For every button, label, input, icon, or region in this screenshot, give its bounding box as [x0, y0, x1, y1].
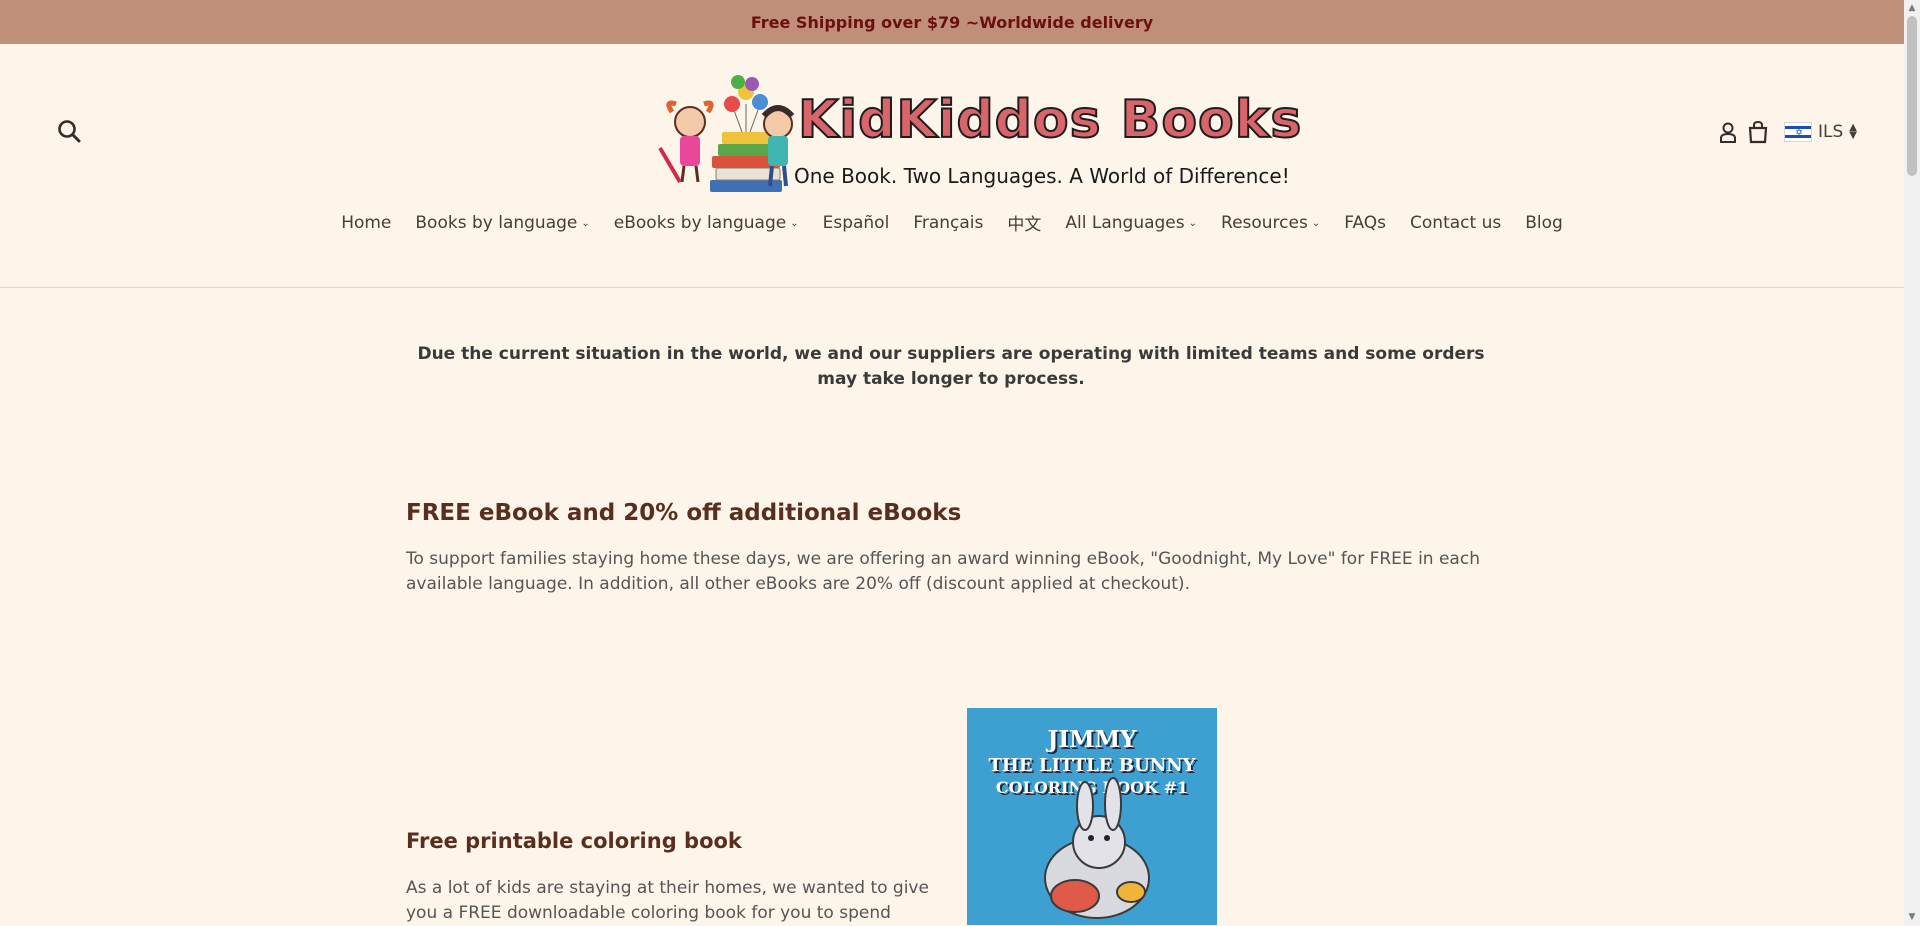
scroll-up-icon[interactable]: ▲: [1904, 0, 1920, 16]
coloring-book-cover-image[interactable]: JIMMY THE LITTLE BUNNY COLORING BOOK #1: [967, 708, 1217, 925]
header-icons: ✡ ILS ▲ ▼: [1716, 120, 1857, 144]
nav-item-label: Books by language: [415, 212, 578, 233]
nav-item-all-languages[interactable]: All Languages ⌄: [1065, 210, 1197, 235]
cart-icon[interactable]: [1746, 120, 1770, 144]
israel-flag-icon: ✡: [1784, 122, 1812, 142]
nav-item-label: Resources: [1221, 212, 1308, 233]
nav-item-中文[interactable]: 中文: [1007, 210, 1041, 235]
nav-item-label: Français: [913, 212, 984, 233]
nav-item-books-by-language[interactable]: Books by language ⌄: [415, 210, 589, 235]
chevron-down-icon: ⌄: [1188, 218, 1198, 229]
currency-code: ILS: [1818, 122, 1844, 142]
page-scrollbar[interactable]: ▲ ▼: [1904, 0, 1920, 925]
nav-item-label: Home: [341, 212, 392, 233]
nav-item-label: All Languages: [1065, 212, 1185, 233]
section-title-ebook: FREE eBook and 20% off additional eBooks: [406, 500, 962, 526]
nav-item-français[interactable]: Français: [913, 210, 983, 235]
logo-brand: KidKiddos Books: [797, 89, 1303, 151]
search-button[interactable]: [56, 118, 84, 146]
nav-item-label: Contact us: [1410, 212, 1502, 233]
nav-item-label: FAQs: [1344, 212, 1387, 233]
nav-item-resources[interactable]: Resources ⌄: [1221, 210, 1320, 235]
section-body-ebook: To support families staying home these d…: [406, 549, 1480, 594]
search-icon: [58, 120, 81, 143]
nav-item-home[interactable]: Home: [341, 210, 391, 235]
announcement-bar: Free Shipping over $79 ~Worldwide delive…: [0, 0, 1904, 44]
nav-item-español[interactable]: Español: [823, 210, 890, 235]
nav-item-label: Español: [822, 212, 890, 233]
nav-item-label: Blog: [1525, 212, 1563, 233]
nav-item-contact-us[interactable]: Contact us: [1410, 210, 1501, 235]
nav-item-faqs[interactable]: FAQs: [1344, 210, 1386, 235]
site-logo[interactable]: KidKiddos Books One Book. Two Languages.…: [654, 70, 1302, 200]
nav-item-ebooks-by-language[interactable]: eBooks by language ⌄: [614, 210, 799, 235]
notice-text: Due the current situation in the world, …: [417, 344, 1485, 389]
select-arrows-icon: ▲ ▼: [1849, 122, 1857, 141]
account-icon[interactable]: [1716, 120, 1740, 144]
logo-illustration: [658, 75, 795, 192]
chevron-down-icon: ⌄: [790, 218, 799, 229]
logo-tagline: One Book. Two Languages. A World of Diff…: [794, 164, 1290, 188]
chevron-down-icon: ⌄: [1311, 218, 1321, 229]
announcement-text: Free Shipping over $79 ~Worldwide delive…: [750, 12, 1154, 32]
currency-selector[interactable]: ✡ ILS ▲ ▼: [1784, 122, 1857, 142]
nav-item-blog[interactable]: Blog: [1525, 210, 1563, 235]
section-title-coloring: Free printable coloring book: [406, 829, 742, 853]
scroll-thumb[interactable]: [1907, 16, 1917, 176]
main-nav: Home Books by language ⌄ eBooks by language…: [0, 210, 1904, 236]
nav-item-label: eBooks by language: [613, 212, 787, 233]
site-header: KidKiddos Books One Book. Two Languages.…: [0, 44, 1904, 288]
chevron-down-icon: ⌄: [581, 218, 590, 229]
bunny-illustration: [1044, 777, 1150, 919]
scroll-down-icon[interactable]: ▼: [1904, 909, 1920, 925]
section-body-coloring: As a lot of kids are staying at their ho…: [406, 878, 929, 923]
nav-item-label: 中文: [1007, 215, 1042, 235]
